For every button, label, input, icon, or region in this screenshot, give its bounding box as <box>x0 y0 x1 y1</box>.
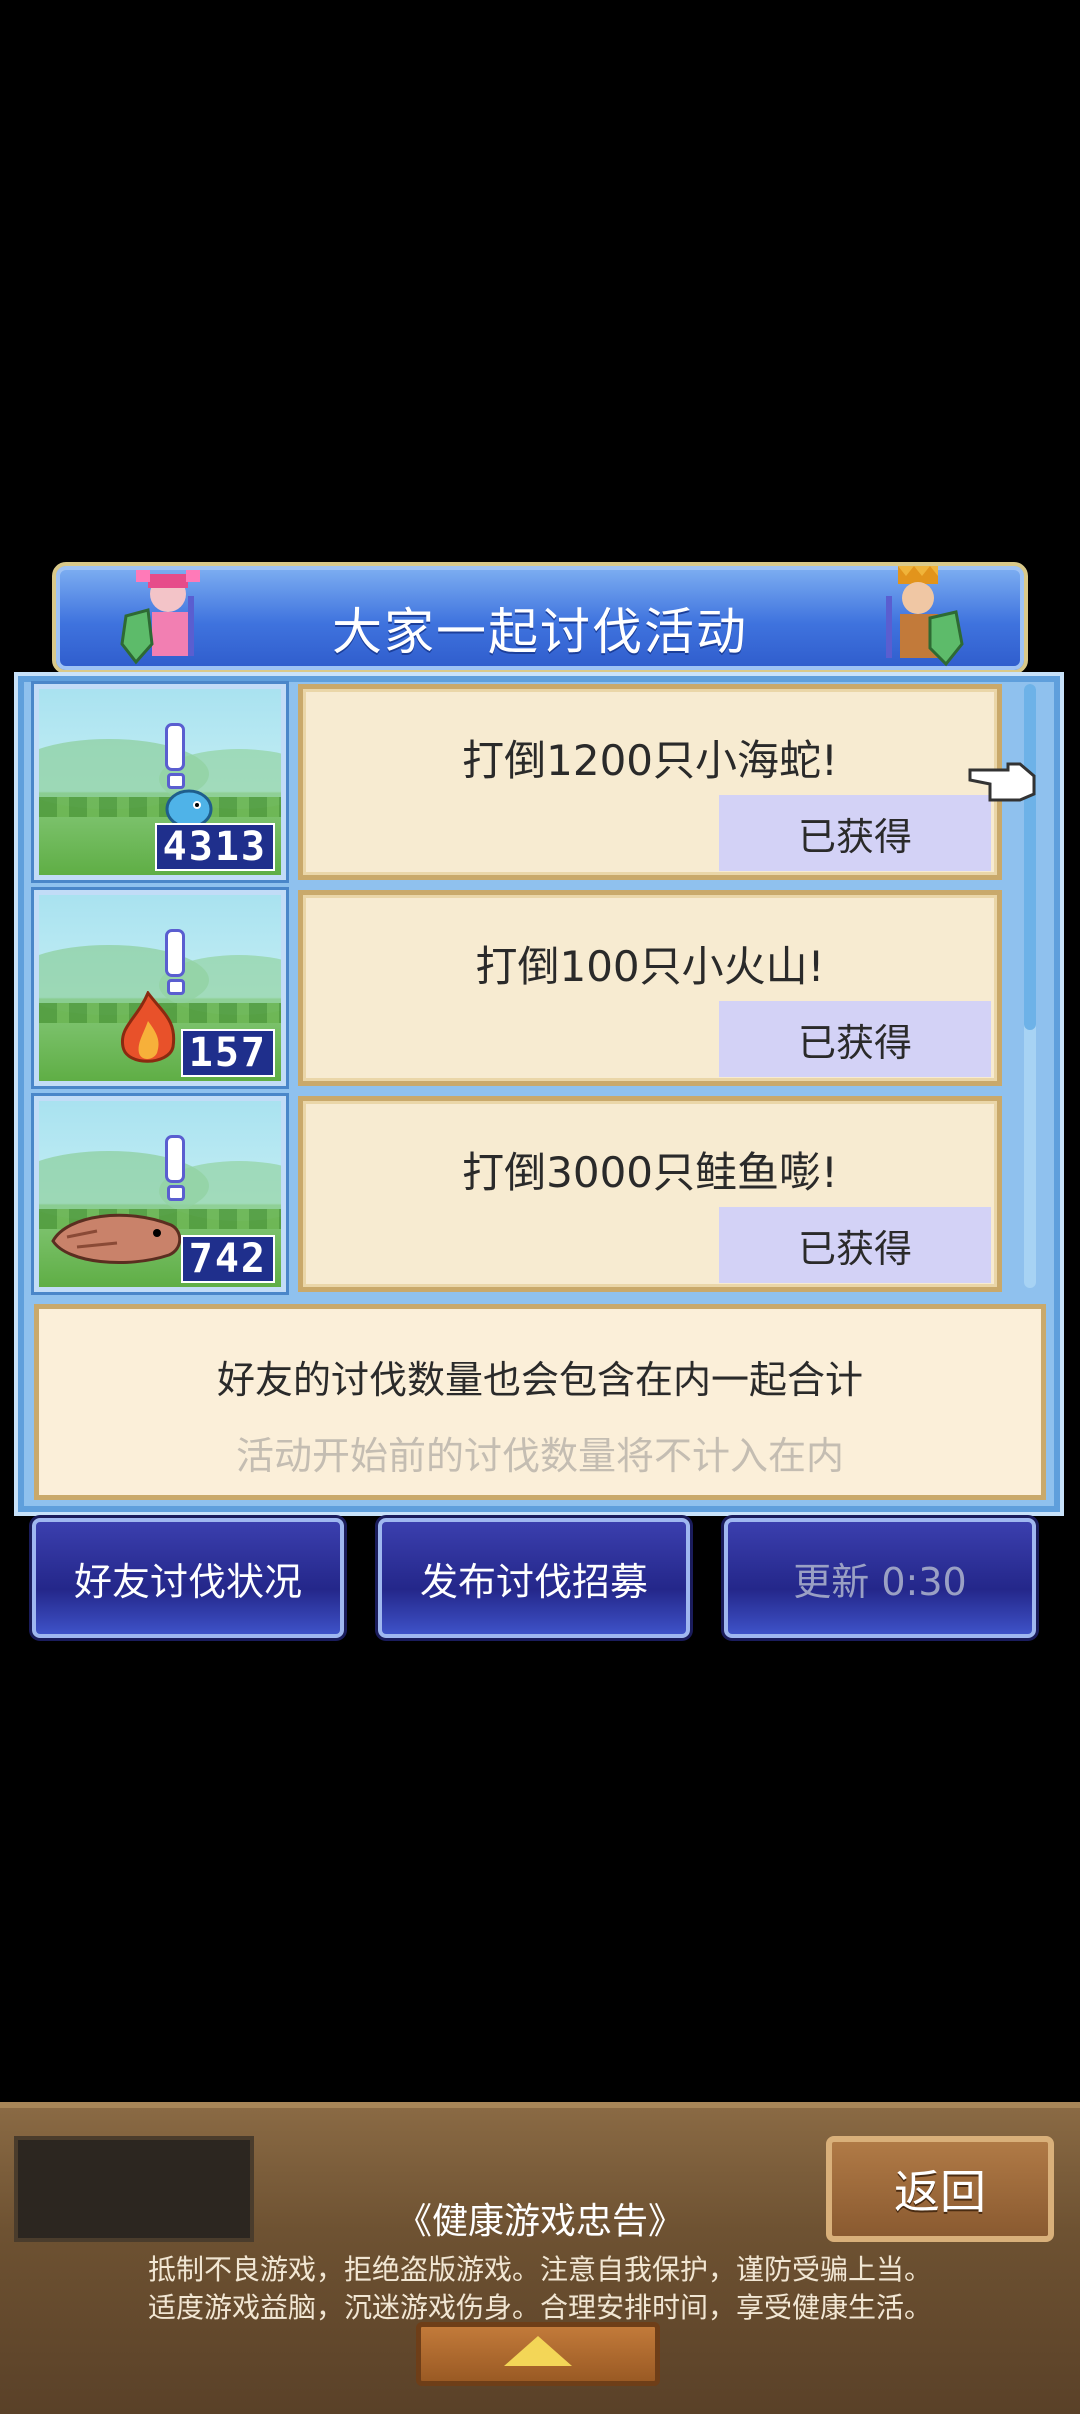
mission-thumbnail-2: 157 <box>34 890 286 1086</box>
alert-icon <box>165 723 185 771</box>
refresh-button[interactable]: 更新 0:30 <box>724 1518 1036 1638</box>
salmon-fish-icon <box>51 1213 182 1264</box>
claimed-button[interactable]: 已获得 <box>719 1001 991 1077</box>
alert-icon <box>165 1135 185 1183</box>
mission-text: 打倒3000只鲑鱼嘭! <box>462 1148 838 1197</box>
friend-status-button[interactable]: 好友讨伐状况 <box>32 1518 344 1638</box>
mission-card-1: 打倒1200只小海蛇! 已获得 <box>298 684 1002 880</box>
chevron-up-icon <box>504 2336 572 2366</box>
defeat-count: 157 <box>180 1029 275 1077</box>
mission-thumbnail-1: 4313 <box>34 684 286 880</box>
fire-spirit-icon <box>120 991 176 1063</box>
notice-box: 好友的讨伐数量也会包含在内一起合计 活动开始前的讨伐数量将不计入在内 <box>34 1304 1046 1500</box>
claimed-button[interactable]: 已获得 <box>719 795 991 871</box>
king-character-icon <box>886 566 964 667</box>
mission-card-3: 打倒3000只鲑鱼嘭! 已获得 <box>298 1096 1002 1292</box>
pointing-hand-icon <box>968 762 1036 802</box>
defeat-count: 742 <box>180 1235 275 1283</box>
mission-text: 打倒100只小火山! <box>475 942 825 991</box>
health-advice-title: 《健康游戏忠告》 <box>395 2201 684 2242</box>
mission-thumbnail-3: 742 <box>34 1096 286 1292</box>
health-advice-line-1: 抵制不良游戏，拒绝盗版游戏。注意自我保护，谨防受骗上当。 <box>147 2253 932 2286</box>
claimed-button[interactable]: 已获得 <box>719 1207 991 1283</box>
mission-card-2: 打倒100只小火山! 已获得 <box>298 890 1002 1086</box>
notice-text: 好友的讨伐数量也会包含在内一起合计 <box>216 1358 863 1402</box>
post-recruit-button[interactable]: 发布讨伐招募 <box>378 1518 690 1638</box>
scrollbar-thumb[interactable] <box>1024 684 1036 1030</box>
notice-subtext: 活动开始前的讨伐数量将不计入在内 <box>235 1434 844 1478</box>
defeat-count: 4313 <box>154 823 275 871</box>
alert-icon <box>165 929 185 977</box>
mission-text: 打倒1200只小海蛇! <box>462 736 838 785</box>
girl-character-icon <box>120 570 200 665</box>
health-advice-line-2: 适度游戏益脑，沉迷游戏伤身。合理安排时间，享受健康生活。 <box>147 2291 932 2324</box>
